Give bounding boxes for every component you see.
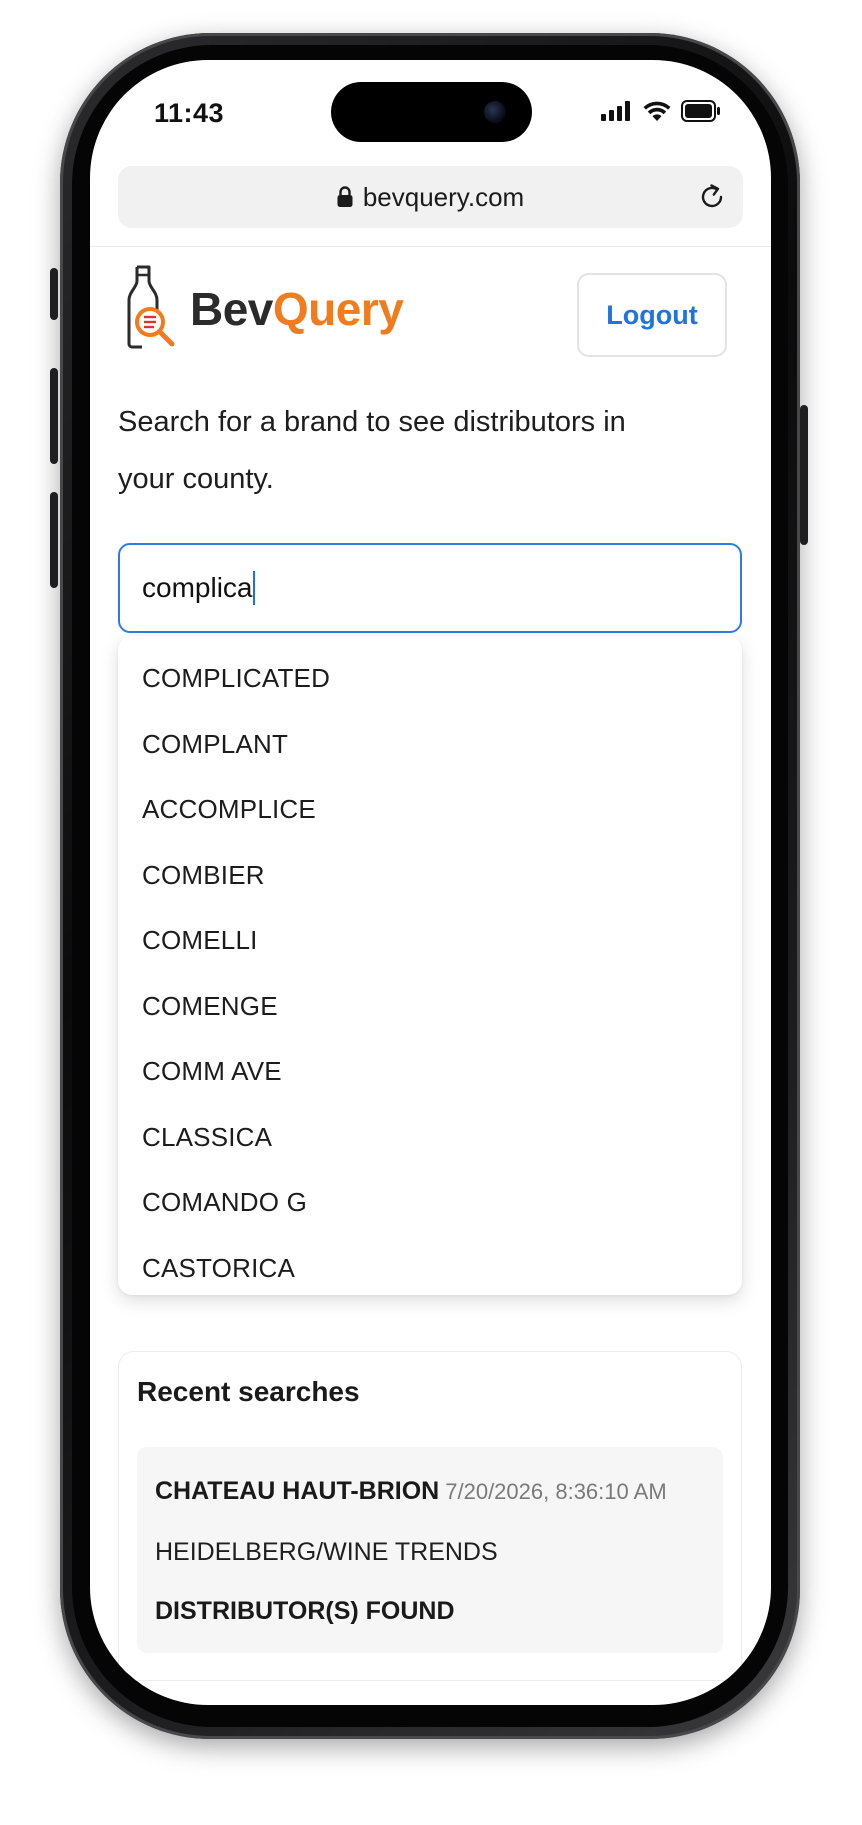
reload-icon[interactable]	[697, 182, 727, 212]
screen: 11:43 bevquery.com BevQuery Logout Searc…	[90, 60, 771, 1705]
suggestions-dropdown: COMPLICATED COMPLANT ACCOMPLICE COMBIER …	[118, 636, 742, 1295]
brand-search-input[interactable]: complica	[118, 543, 742, 633]
intro-text: Search for a brand to see distributors i…	[118, 406, 626, 495]
status-icons	[601, 100, 721, 122]
url-text: bevquery.com	[362, 181, 525, 212]
mute-switch	[50, 268, 58, 320]
suggestion-item[interactable]: CLASSICA	[118, 1105, 742, 1171]
app-logo[interactable]: BevQuery	[122, 264, 404, 354]
suggestion-item[interactable]: COMELLI	[118, 908, 742, 974]
suggestion-item[interactable]: CASTORICA	[118, 1236, 742, 1302]
suggestion-item[interactable]: ACCOMPLICE	[118, 777, 742, 843]
recent-search-item[interactable]: CHATEAU HAUT-BRION 7/20/2026, 8:36:10 AM …	[137, 1447, 723, 1653]
suggestion-item[interactable]: COMPLANT	[118, 712, 742, 778]
recent-search-timestamp: 7/20/2026, 8:36:10 AM	[445, 1479, 667, 1504]
recent-searches-title: Recent searches	[137, 1376, 360, 1407]
power-button	[800, 405, 808, 545]
recent-search-header: CHATEAU HAUT-BRION 7/20/2026, 8:36:10 AM	[155, 1477, 667, 1506]
brand-name-part2: Query	[272, 283, 404, 335]
volume-down-button	[50, 492, 58, 588]
suggestion-item[interactable]: COMM AVE	[118, 1039, 742, 1105]
suggestion-item[interactable]: COMENGE	[118, 974, 742, 1040]
suggestion-item[interactable]: COMANDO G	[118, 1170, 742, 1236]
recent-search-brand: CHATEAU HAUT-BRION	[155, 1477, 440, 1505]
bottle-magnifier-icon	[127, 265, 175, 349]
volume-up-button	[50, 368, 58, 464]
dynamic-island	[331, 82, 532, 142]
wifi-icon	[643, 101, 671, 121]
recent-search-status: DISTRIBUTOR(S) FOUND	[155, 1597, 455, 1625]
brand-name-part1: Bev	[190, 283, 273, 335]
address-bar[interactable]: bevquery.com	[118, 166, 743, 228]
recent-searches-card: Recent searches CHATEAU HAUT-BRION 7/20/2…	[118, 1351, 742, 1681]
suggestion-item[interactable]: COMBIER	[118, 843, 742, 909]
recent-search-distributor: HEIDELBERG/WINE TRENDS	[155, 1538, 498, 1566]
cellular-signal-icon	[601, 101, 630, 121]
brand-name: BevQuery	[190, 283, 404, 335]
front-camera	[484, 101, 506, 123]
logout-button[interactable]: Logout	[577, 273, 727, 357]
text-caret	[253, 571, 256, 605]
header-divider	[90, 246, 771, 247]
lock-icon	[337, 186, 353, 207]
suggestion-item[interactable]: COMPLICATED	[118, 646, 742, 712]
url-display: bevquery.com	[118, 166, 743, 228]
battery-icon	[681, 100, 720, 122]
search-input-value: complica	[142, 572, 253, 603]
status-time: 11:43	[154, 98, 225, 128]
